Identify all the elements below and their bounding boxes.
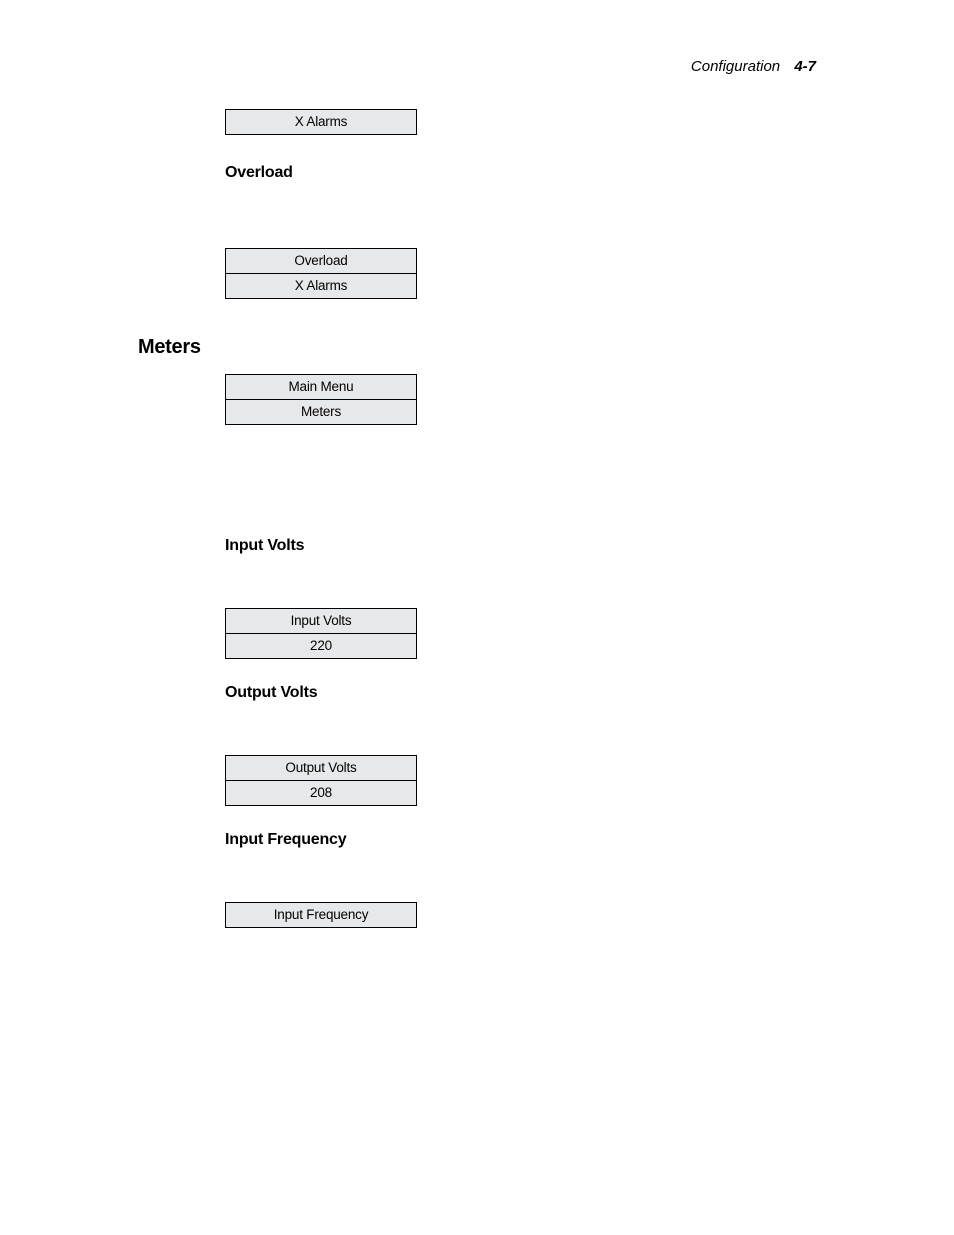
heading-input-volts: Input Volts (225, 537, 304, 555)
lcd-row: Input Frequency (226, 903, 416, 927)
lcd-meters-main: Main Menu Meters (225, 374, 417, 425)
header-section: Configuration (691, 58, 780, 75)
page: Configuration 4-7 X Alarms Overload Over… (0, 0, 954, 1235)
lcd-row: Main Menu (226, 375, 416, 399)
lcd-row: 208 (226, 780, 416, 805)
heading-output-volts: Output Volts (225, 684, 317, 702)
heading-overload: Overload (225, 164, 293, 182)
header-page-number: 4-7 (794, 58, 816, 75)
lcd-x-alarms: X Alarms (225, 109, 417, 135)
lcd-row: Meters (226, 399, 416, 424)
lcd-row: 220 (226, 633, 416, 658)
lcd-overload: Overload X Alarms (225, 248, 417, 299)
page-header: Configuration 4-7 (691, 58, 816, 75)
lcd-input-volts: Input Volts 220 (225, 608, 417, 659)
lcd-output-volts: Output Volts 208 (225, 755, 417, 806)
heading-input-frequency: Input Frequency (225, 831, 346, 849)
lcd-input-frequency: Input Frequency (225, 902, 417, 928)
lcd-row: Input Volts (226, 609, 416, 633)
lcd-row: X Alarms (226, 110, 416, 134)
lcd-row: Output Volts (226, 756, 416, 780)
heading-meters: Meters (138, 336, 201, 359)
lcd-row: X Alarms (226, 273, 416, 298)
lcd-row: Overload (226, 249, 416, 273)
